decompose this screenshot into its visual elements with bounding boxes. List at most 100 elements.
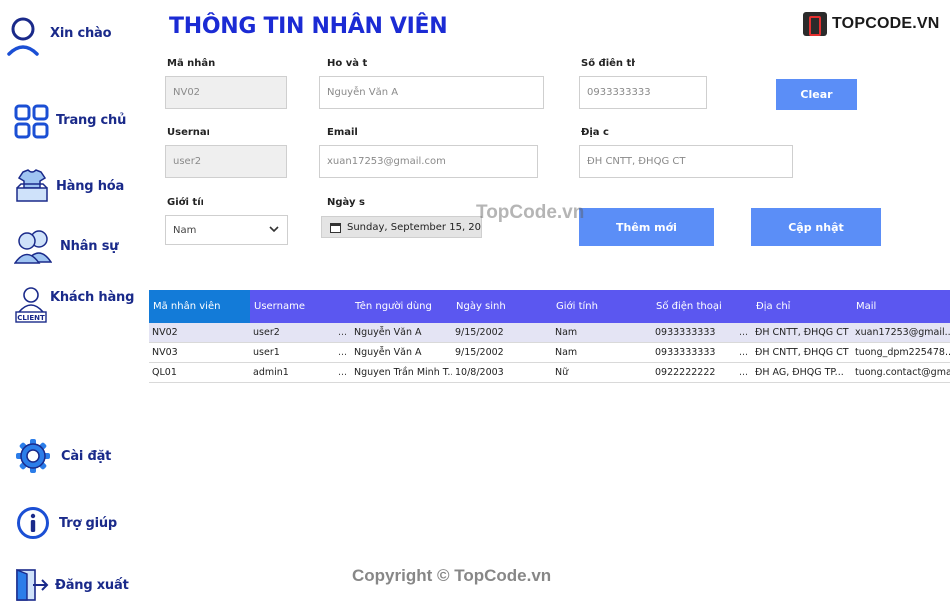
cell-ellipsis: ... [337, 327, 347, 338]
ma-nhan-vien-label: Mã nhân vi [167, 58, 219, 69]
column-header[interactable]: Username [250, 290, 351, 323]
cell-text: 0922222222 [655, 367, 716, 378]
table-cell: Nguyen Trần Minh T... [354, 367, 452, 378]
table-cell: 10/8/2003 [455, 367, 504, 378]
table-cell: Nữ [555, 367, 569, 378]
gioi-tinh-label: Giới tín [167, 197, 203, 208]
table-cell: tuong.contact@gma... [855, 367, 950, 378]
table-row[interactable]: QL01 admin1... Nguyen Trần Minh T... 10/… [149, 363, 950, 383]
cell-ellipsis: ... [337, 347, 347, 358]
client-icon: CLIENT [15, 286, 47, 324]
sidebar-item-dang-xuat[interactable]: Đăng xuất [15, 568, 129, 602]
cap-nhat-button[interactable]: Cập nhật [751, 208, 881, 246]
center-watermark: TopCode.vn [476, 202, 585, 223]
table-cell: NV03 [152, 347, 178, 358]
table-cell: admin1... [250, 363, 351, 382]
table-cell: 9/15/2002 [455, 347, 504, 358]
people-icon [14, 228, 52, 264]
cell-text: 0933333333 [655, 347, 716, 358]
column-header[interactable]: Số điện thoại [652, 290, 752, 323]
ma-nhan-vien-field[interactable]: NV02 [165, 76, 287, 109]
table-cell: ĐH CNTT, ĐHQG CT [755, 347, 849, 358]
so-dien-thoai-field[interactable]: 0933333333 [579, 76, 707, 109]
calendar-icon [330, 222, 341, 233]
cell-text: user1 [253, 347, 280, 358]
cell-ellipsis: ... [738, 327, 748, 338]
cell-ellipsis: ... [738, 347, 748, 358]
clothes-box-icon [14, 168, 50, 204]
sidebar-item-hang-hoa[interactable]: Hàng hóa [14, 168, 124, 204]
gioi-tinh-select[interactable]: Nam [165, 215, 288, 245]
table-cell: ĐH CNTT, ĐHQG CT [755, 327, 849, 338]
sidebar-item-label: Khách hàng [50, 290, 135, 305]
logo-mark-icon [803, 12, 827, 36]
info-icon [16, 506, 50, 540]
table-cell: ĐH AG, ĐHQG TP... [755, 367, 844, 378]
sidebar-greeting-label: Xin chào [50, 25, 112, 41]
sidebar-item-label: Hàng hóa [56, 178, 125, 194]
sidebar-item-label: Đăng xuất [55, 577, 129, 593]
gear-icon [15, 438, 51, 474]
sidebar-item-cai-dat[interactable]: Cài đặt [15, 438, 111, 474]
table-cell: Nam [555, 327, 578, 338]
table-cell: Nguyễn Văn A [354, 327, 422, 338]
table-cell: tuong_dpm225478... [855, 347, 950, 358]
email-label: Email [327, 127, 358, 138]
table-cell: Nguyễn Văn A [354, 347, 422, 358]
sidebar-greeting[interactable]: Xin chào [6, 16, 112, 56]
table-cell: NV02 [152, 327, 178, 338]
ho-ten-label: Ho và tê [327, 58, 367, 69]
column-header[interactable]: Địa chỉ [752, 290, 852, 323]
clear-button[interactable]: Clear [776, 79, 857, 110]
them-moi-button[interactable]: Thêm mới [579, 208, 714, 246]
cell-ellipsis: ... [337, 367, 347, 378]
ngay-sinh-label: Ngày si [327, 197, 365, 208]
so-dien-thoai-label: Số điên tho [581, 58, 635, 69]
column-header[interactable]: Tên người dùng [351, 290, 452, 323]
ngay-sinh-picker[interactable]: Sunday, September 15, 2002 [321, 216, 482, 238]
table-cell: user1... [250, 343, 351, 362]
cell-text: 0933333333 [655, 327, 716, 338]
grid-icon [14, 104, 49, 139]
sidebar-item-label: Cài đặt [61, 448, 112, 464]
table-row[interactable]: NV02 user2... Nguyễn Văn A 9/15/2002 Nam… [149, 323, 950, 343]
table-cell: 0933333333... [652, 323, 752, 342]
dia-chi-field[interactable]: ĐH CNTT, ĐHQG CT [579, 145, 793, 178]
table-cell: Nam [555, 347, 578, 358]
sidebar-item-label: Trang chủ [56, 113, 127, 128]
sidebar-item-tro-giup[interactable]: Trợ giúp [16, 506, 117, 540]
table-header: Mã nhân viên Username Tên người dùng Ngà… [149, 290, 950, 323]
svg-text:CLIENT: CLIENT [17, 314, 45, 322]
logo-text: TOPCODE.VN [832, 15, 940, 32]
cell-text: admin1 [253, 367, 289, 378]
table-cell: 0933333333... [652, 343, 752, 362]
ho-ten-field[interactable]: Nguyễn Văn A [319, 76, 544, 109]
sidebar-item-trang-chu[interactable]: Trang chủ [14, 104, 126, 139]
page-title: THÔNG TIN NHÂN VIÊN [169, 14, 448, 39]
column-header[interactable]: Mail [852, 290, 950, 323]
logout-icon [15, 568, 49, 602]
column-header[interactable]: Mã nhân viên [149, 290, 250, 323]
chevron-down-icon [269, 225, 279, 236]
email-field[interactable]: xuan17253@gmail.com [319, 145, 538, 178]
column-header[interactable]: Ngày sinh [452, 290, 552, 323]
cell-ellipsis: ... [738, 367, 748, 378]
table-cell: QL01 [152, 367, 177, 378]
ngay-sinh-value: Sunday, September 15, 2002 [347, 221, 482, 233]
username-field[interactable]: user2 [165, 145, 287, 178]
table-row[interactable]: NV03 user1... Nguyễn Văn A 9/15/2002 Nam… [149, 343, 950, 363]
employee-table[interactable]: Mã nhân viên Username Tên người dùng Ngà… [149, 290, 950, 383]
sidebar-item-label: Nhân sự [60, 238, 119, 254]
topcode-logo: TOPCODE.VN [803, 12, 940, 36]
table-cell: 0922222222... [652, 363, 752, 382]
sidebar-item-nhan-su[interactable]: Nhân sự [14, 228, 118, 264]
sidebar-item-khach-hang[interactable]: CLIENT Khách hàng [15, 286, 134, 324]
column-header[interactable]: Giới tính [552, 290, 652, 323]
cell-text: user2 [253, 327, 280, 338]
gioi-tinh-value: Nam [173, 224, 197, 236]
user-icon [6, 16, 42, 56]
table-cell: 9/15/2002 [455, 327, 504, 338]
username-label: Usernam [167, 127, 209, 138]
table-cell: xuan17253@gmail... [855, 327, 950, 338]
sidebar-item-label: Trợ giúp [59, 515, 118, 531]
